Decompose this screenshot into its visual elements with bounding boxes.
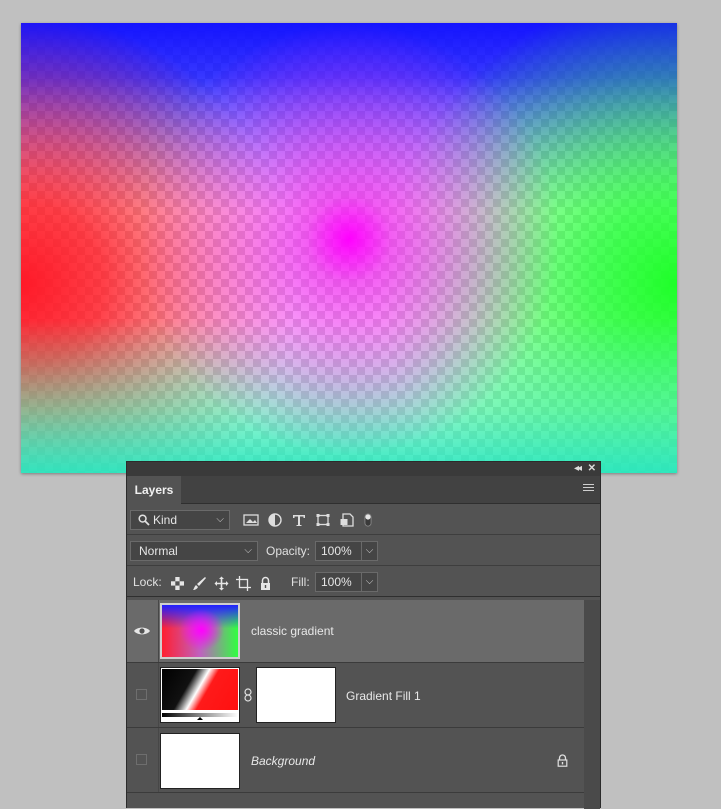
background-thumbnail[interactable] bbox=[160, 733, 240, 789]
layer-list: classic gradient Gradient Fill 1 Backgro… bbox=[127, 600, 584, 793]
lock-all-icon[interactable] bbox=[258, 576, 273, 591]
tab-layers[interactable]: Layers bbox=[127, 476, 181, 504]
shape-filter-icon[interactable] bbox=[315, 513, 331, 527]
type-filter-icon[interactable] bbox=[291, 513, 307, 527]
fill-input[interactable]: 100% bbox=[315, 572, 362, 592]
layer-row-classic-gradient[interactable]: classic gradient bbox=[127, 600, 584, 663]
layer-thumbnail[interactable] bbox=[160, 603, 240, 659]
filter-kind-select[interactable]: Kind ⌵ bbox=[130, 510, 230, 530]
chevron-down-icon: ⌵ bbox=[244, 545, 252, 556]
lock-label: Lock: bbox=[133, 575, 162, 589]
panel-menu-icon[interactable] bbox=[583, 484, 594, 493]
lock-artboard-icon[interactable] bbox=[236, 576, 251, 591]
lock-icon bbox=[557, 754, 568, 767]
layer-name[interactable]: classic gradient bbox=[251, 624, 334, 638]
lock-image-pixels-icon[interactable] bbox=[192, 576, 207, 591]
fill-label: Fill: bbox=[291, 575, 310, 589]
gradient-magenta-layer bbox=[21, 23, 677, 473]
document-canvas[interactable] bbox=[21, 23, 677, 473]
opacity-dropdown-button[interactable]: ⌵ bbox=[362, 541, 378, 561]
eye-icon[interactable] bbox=[133, 624, 151, 638]
layers-panel: ◂◂ ✕ Layers Kind ⌵ Normal ⌵ Opacity: 100… bbox=[126, 461, 601, 809]
gradient-stop-icon bbox=[197, 717, 203, 720]
close-panel-icon[interactable]: ✕ bbox=[588, 462, 596, 476]
blend-mode-value: Normal bbox=[139, 544, 178, 558]
lock-transparent-pixels-icon[interactable] bbox=[170, 576, 185, 591]
visibility-toggle[interactable] bbox=[136, 754, 147, 765]
layer-mask-thumbnail[interactable] bbox=[256, 667, 336, 723]
gradient-swatch bbox=[162, 669, 238, 710]
visibility-divider bbox=[158, 663, 159, 727]
search-icon bbox=[138, 514, 150, 526]
image-filter-icon[interactable] bbox=[243, 513, 259, 527]
gradient-fill-thumbnail[interactable] bbox=[160, 667, 240, 723]
smart-object-filter-icon[interactable] bbox=[339, 513, 355, 527]
layer-name[interactable]: Gradient Fill 1 bbox=[346, 689, 421, 703]
visibility-divider bbox=[158, 600, 159, 662]
layer-list-scrollbar[interactable] bbox=[584, 600, 600, 809]
collapse-panel-icon[interactable]: ◂◂ bbox=[574, 462, 582, 476]
layer-row-gradient-fill-1[interactable]: Gradient Fill 1 bbox=[127, 663, 584, 728]
layer-name[interactable]: Background bbox=[251, 754, 315, 768]
blend-row: Normal ⌵ Opacity: 100% ⌵ bbox=[127, 535, 600, 566]
blend-mode-select[interactable]: Normal ⌵ bbox=[130, 541, 258, 561]
filter-row: Kind ⌵ bbox=[127, 504, 600, 535]
fill-dropdown-button[interactable]: ⌵ bbox=[362, 572, 378, 592]
opacity-label: Opacity: bbox=[266, 544, 311, 558]
panel-title-strip[interactable]: ◂◂ ✕ bbox=[127, 462, 600, 476]
lock-row: Lock: Fill: 100% ⌵ bbox=[127, 566, 600, 597]
filter-kind-value: Kind bbox=[153, 513, 178, 527]
visibility-divider bbox=[158, 728, 159, 792]
layer-row-background[interactable]: Background bbox=[127, 728, 584, 793]
visibility-toggle[interactable] bbox=[136, 689, 147, 700]
opacity-input[interactable]: 100% bbox=[315, 541, 362, 561]
adjustment-filter-icon[interactable] bbox=[267, 513, 283, 527]
lock-position-icon[interactable] bbox=[214, 576, 229, 591]
panel-tab-bar: Layers bbox=[127, 476, 600, 504]
link-chain-icon[interactable] bbox=[244, 688, 252, 702]
filter-toggle-icon[interactable] bbox=[363, 513, 373, 527]
chevron-down-icon: ⌵ bbox=[216, 514, 224, 525]
